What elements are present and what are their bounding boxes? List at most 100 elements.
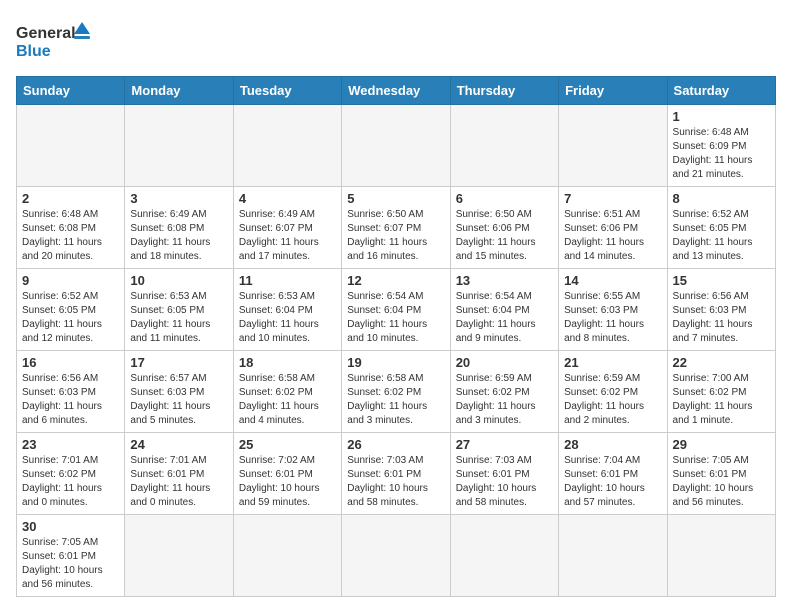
day-info: Sunrise: 7:01 AM Sunset: 6:01 PM Dayligh… xyxy=(130,454,227,510)
day-info: Sunrise: 7:03 AM Sunset: 6:01 PM Dayligh… xyxy=(347,454,444,510)
day-info: Sunrise: 6:57 AM Sunset: 6:03 PM Dayligh… xyxy=(130,372,227,428)
day-info: Sunrise: 6:53 AM Sunset: 6:04 PM Dayligh… xyxy=(239,290,336,346)
day-info: Sunrise: 6:49 AM Sunset: 6:08 PM Dayligh… xyxy=(130,208,227,264)
day-number: 13 xyxy=(456,273,553,288)
calendar-cell: 1Sunrise: 6:48 AM Sunset: 6:09 PM Daylig… xyxy=(667,105,775,187)
day-info: Sunrise: 6:48 AM Sunset: 6:08 PM Dayligh… xyxy=(22,208,119,264)
day-number: 4 xyxy=(239,191,336,206)
day-number: 8 xyxy=(673,191,770,206)
calendar-cell: 22 Sunrise: 7:00 AM Sunset: 6:02 PM Dayli… xyxy=(667,351,775,433)
day-info: Sunrise: 6:51 AM Sunset: 6:06 PM Dayligh… xyxy=(564,208,661,264)
day-number: 29 xyxy=(673,437,770,452)
calendar-cell: 17 Sunrise: 6:57 AM Sunset: 6:03 PM Dayli… xyxy=(125,351,233,433)
calendar-cell xyxy=(559,105,667,187)
calendar-cell: 19 Sunrise: 6:58 AM Sunset: 6:02 PM Dayli… xyxy=(342,351,450,433)
calendar-cell xyxy=(559,515,667,597)
day-number: 12 xyxy=(347,273,444,288)
day-number: 15 xyxy=(673,273,770,288)
calendar-cell: 8 Sunrise: 6:52 AM Sunset: 6:05 PM Daylig… xyxy=(667,187,775,269)
calendar-cell: 7 Sunrise: 6:51 AM Sunset: 6:06 PM Daylig… xyxy=(559,187,667,269)
day-info: Sunrise: 7:04 AM Sunset: 6:01 PM Dayligh… xyxy=(564,454,661,510)
calendar-header-row: SundayMondayTuesdayWednesdayThursdayFrid… xyxy=(17,77,776,105)
calendar-cell: 11 Sunrise: 6:53 AM Sunset: 6:04 PM Dayli… xyxy=(233,269,341,351)
day-info: Sunrise: 7:01 AM Sunset: 6:02 PM Dayligh… xyxy=(22,454,119,510)
calendar-cell: 5Sunrise: 6:50 AM Sunset: 6:07 PM Daylig… xyxy=(342,187,450,269)
calendar-cell: 27Sunrise: 7:03 AM Sunset: 6:01 PM Dayli… xyxy=(450,433,558,515)
day-info: Sunrise: 6:54 AM Sunset: 6:04 PM Dayligh… xyxy=(347,290,444,346)
calendar-row: 30 Sunrise: 7:05 AM Sunset: 6:01 PM Dayli… xyxy=(17,515,776,597)
day-number: 17 xyxy=(130,355,227,370)
calendar-cell: 28 Sunrise: 7:04 AM Sunset: 6:01 PM Dayli… xyxy=(559,433,667,515)
calendar-cell xyxy=(342,105,450,187)
day-info: Sunrise: 6:56 AM Sunset: 6:03 PM Dayligh… xyxy=(22,372,119,428)
calendar-cell: 23 Sunrise: 7:01 AM Sunset: 6:02 PM Dayli… xyxy=(17,433,125,515)
day-info: Sunrise: 6:50 AM Sunset: 6:06 PM Dayligh… xyxy=(456,208,553,264)
day-info: Sunrise: 7:05 AM Sunset: 6:01 PM Dayligh… xyxy=(22,536,119,592)
day-number: 22 xyxy=(673,355,770,370)
calendar-row: 16 Sunrise: 6:56 AM Sunset: 6:03 PM Dayli… xyxy=(17,351,776,433)
day-number: 6 xyxy=(456,191,553,206)
day-number: 21 xyxy=(564,355,661,370)
day-number: 16 xyxy=(22,355,119,370)
weekday-header: Friday xyxy=(559,77,667,105)
calendar-cell: 29 Sunrise: 7:05 AM Sunset: 6:01 PM Dayli… xyxy=(667,433,775,515)
calendar-cell: 9Sunrise: 6:52 AM Sunset: 6:05 PM Daylig… xyxy=(17,269,125,351)
weekday-header: Tuesday xyxy=(233,77,341,105)
svg-text:General: General xyxy=(16,25,76,42)
calendar-cell xyxy=(125,105,233,187)
logo-icon: General Blue xyxy=(16,16,96,66)
calendar-cell: 3 Sunrise: 6:49 AM Sunset: 6:08 PM Daylig… xyxy=(125,187,233,269)
day-info: Sunrise: 7:05 AM Sunset: 6:01 PM Dayligh… xyxy=(673,454,770,510)
day-info: Sunrise: 7:02 AM Sunset: 6:01 PM Dayligh… xyxy=(239,454,336,510)
calendar-row: 2 Sunrise: 6:48 AM Sunset: 6:08 PM Daylig… xyxy=(17,187,776,269)
day-number: 11 xyxy=(239,273,336,288)
day-number: 28 xyxy=(564,437,661,452)
day-number: 1 xyxy=(673,109,770,124)
day-number: 10 xyxy=(130,273,227,288)
day-info: Sunrise: 6:52 AM Sunset: 6:05 PM Dayligh… xyxy=(22,290,119,346)
svg-text:Blue: Blue xyxy=(16,43,51,60)
day-number: 14 xyxy=(564,273,661,288)
calendar-cell: 20Sunrise: 6:59 AM Sunset: 6:02 PM Dayli… xyxy=(450,351,558,433)
day-info: Sunrise: 6:59 AM Sunset: 6:02 PM Dayligh… xyxy=(456,372,553,428)
calendar-row: 9Sunrise: 6:52 AM Sunset: 6:05 PM Daylig… xyxy=(17,269,776,351)
calendar-cell: 24Sunrise: 7:01 AM Sunset: 6:01 PM Dayli… xyxy=(125,433,233,515)
day-number: 18 xyxy=(239,355,336,370)
calendar-row: 23 Sunrise: 7:01 AM Sunset: 6:02 PM Dayli… xyxy=(17,433,776,515)
calendar-cell: 16 Sunrise: 6:56 AM Sunset: 6:03 PM Dayli… xyxy=(17,351,125,433)
calendar-cell: 15 Sunrise: 6:56 AM Sunset: 6:03 PM Dayli… xyxy=(667,269,775,351)
calendar-cell xyxy=(17,105,125,187)
weekday-header: Sunday xyxy=(17,77,125,105)
day-info: Sunrise: 6:59 AM Sunset: 6:02 PM Dayligh… xyxy=(564,372,661,428)
calendar-cell: 12 Sunrise: 6:54 AM Sunset: 6:04 PM Dayli… xyxy=(342,269,450,351)
day-number: 25 xyxy=(239,437,336,452)
day-info: Sunrise: 6:56 AM Sunset: 6:03 PM Dayligh… xyxy=(673,290,770,346)
day-number: 19 xyxy=(347,355,444,370)
day-number: 2 xyxy=(22,191,119,206)
calendar-cell: 10 Sunrise: 6:53 AM Sunset: 6:05 PM Dayli… xyxy=(125,269,233,351)
day-info: Sunrise: 6:49 AM Sunset: 6:07 PM Dayligh… xyxy=(239,208,336,264)
calendar-cell xyxy=(342,515,450,597)
calendar-cell xyxy=(233,515,341,597)
day-info: Sunrise: 6:54 AM Sunset: 6:04 PM Dayligh… xyxy=(456,290,553,346)
day-info: Sunrise: 6:53 AM Sunset: 6:05 PM Dayligh… xyxy=(130,290,227,346)
day-number: 3 xyxy=(130,191,227,206)
calendar-cell xyxy=(450,515,558,597)
day-info: Sunrise: 6:52 AM Sunset: 6:05 PM Dayligh… xyxy=(673,208,770,264)
calendar-cell: 4 Sunrise: 6:49 AM Sunset: 6:07 PM Daylig… xyxy=(233,187,341,269)
calendar-cell: 30 Sunrise: 7:05 AM Sunset: 6:01 PM Dayli… xyxy=(17,515,125,597)
day-info: Sunrise: 7:00 AM Sunset: 6:02 PM Dayligh… xyxy=(673,372,770,428)
logo: General Blue xyxy=(16,16,96,66)
day-number: 23 xyxy=(22,437,119,452)
calendar-cell xyxy=(233,105,341,187)
calendar-cell: 6 Sunrise: 6:50 AM Sunset: 6:06 PM Daylig… xyxy=(450,187,558,269)
day-number: 26 xyxy=(347,437,444,452)
calendar-cell: 18 Sunrise: 6:58 AM Sunset: 6:02 PM Dayli… xyxy=(233,351,341,433)
day-info: Sunrise: 6:50 AM Sunset: 6:07 PM Dayligh… xyxy=(347,208,444,264)
weekday-header: Thursday xyxy=(450,77,558,105)
day-number: 7 xyxy=(564,191,661,206)
day-info: Sunrise: 6:58 AM Sunset: 6:02 PM Dayligh… xyxy=(347,372,444,428)
calendar-cell: 26 Sunrise: 7:03 AM Sunset: 6:01 PM Dayli… xyxy=(342,433,450,515)
day-number: 30 xyxy=(22,519,119,534)
day-info: Sunrise: 6:58 AM Sunset: 6:02 PM Dayligh… xyxy=(239,372,336,428)
